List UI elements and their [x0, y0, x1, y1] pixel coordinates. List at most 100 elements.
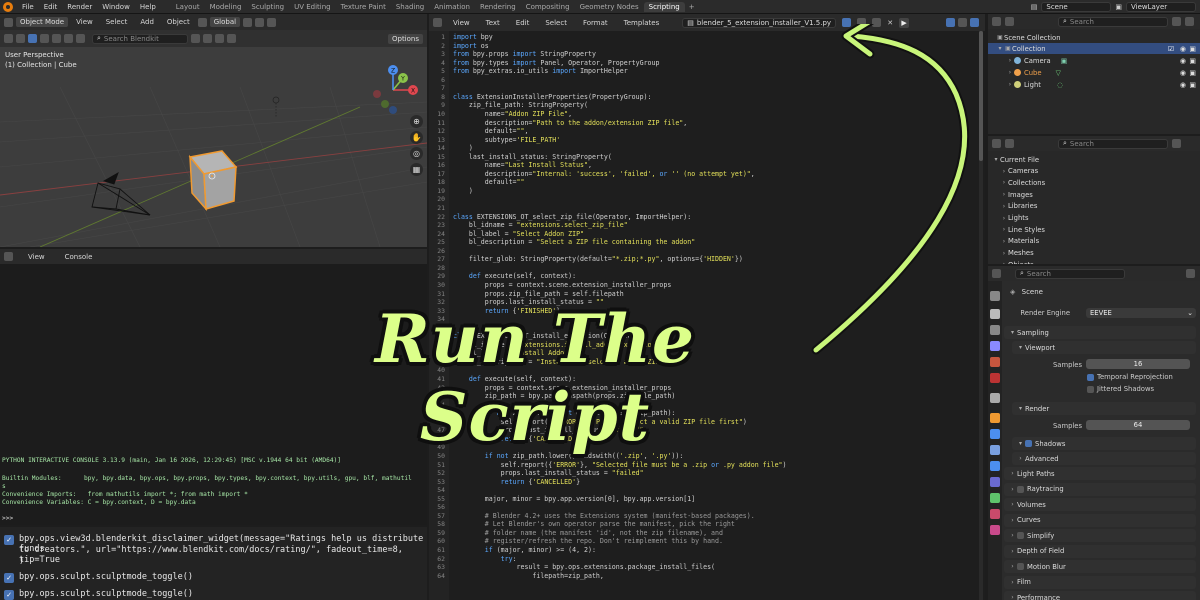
- panel-film[interactable]: › Film: [1004, 575, 1196, 589]
- eye-icon[interactable]: ◉: [1180, 69, 1186, 77]
- menu-file[interactable]: File: [17, 3, 39, 11]
- editor-menu-view[interactable]: View: [448, 19, 475, 27]
- tab-modeling[interactable]: Modeling: [205, 2, 247, 12]
- world-tab-icon[interactable]: [990, 373, 1000, 383]
- asset-bar-icon[interactable]: [203, 34, 212, 43]
- panel-render[interactable]: ▾ Render: [1012, 402, 1196, 415]
- jittered-shadows-checkbox[interactable]: [1087, 386, 1094, 393]
- object-mode-dropdown[interactable]: Object Mode: [16, 17, 69, 27]
- blendkit-hdr-icon[interactable]: [76, 34, 85, 43]
- code-line[interactable]: class EXTENSIONS_OT_select_zip_file(Oper…: [453, 213, 691, 221]
- code-line[interactable]: props.zip_file_path = self.filepath: [453, 290, 624, 298]
- menu-help[interactable]: Help: [135, 3, 161, 11]
- code-line[interactable]: props = context.scene.extension_installe…: [453, 281, 672, 289]
- text-editor-type-icon[interactable]: [433, 18, 442, 27]
- code-line[interactable]: default="",: [453, 127, 529, 135]
- code-line[interactable]: import os: [453, 42, 489, 50]
- viewport-menu-object[interactable]: Object: [162, 18, 195, 26]
- blendkit-models-icon[interactable]: [28, 34, 37, 43]
- code-line[interactable]: def execute(self, context):: [453, 272, 576, 280]
- code-line[interactable]: try:: [453, 555, 517, 563]
- pan-hand-icon[interactable]: ✋: [410, 131, 423, 144]
- code-line[interactable]: zip_file_path: StringProperty(: [453, 101, 588, 109]
- tab-sculpting[interactable]: Sculpting: [246, 2, 289, 12]
- settings-icon[interactable]: [215, 34, 224, 43]
- panel-depth-of-field[interactable]: › Depth of Field: [1004, 544, 1196, 558]
- code-line[interactable]: major, minor = bpy.app.version[0], bpy.a…: [453, 495, 695, 503]
- viewport-menu-add[interactable]: Add: [135, 18, 159, 26]
- panel-sampling[interactable]: ▾ Sampling: [1004, 326, 1196, 339]
- code-line[interactable]: import bpy: [453, 33, 493, 41]
- panel-viewport[interactable]: ▾ Viewport: [1012, 341, 1196, 354]
- tab-animation[interactable]: Animation: [429, 2, 475, 12]
- camera-toggle-icon[interactable]: ◎: [410, 147, 423, 160]
- transform-orientation-icon[interactable]: [197, 17, 207, 27]
- render-camera-icon[interactable]: ▣: [1189, 45, 1196, 53]
- panel-shadows[interactable]: ▾ Shadows: [1012, 437, 1196, 450]
- panel-advanced[interactable]: › Advanced: [1012, 452, 1196, 465]
- mesh-data-icon[interactable]: ▽: [1056, 69, 1061, 77]
- properties-search-input[interactable]: ⌕ Search: [1015, 268, 1125, 279]
- scene-icon[interactable]: ▤: [1031, 3, 1038, 11]
- view-layer-selector[interactable]: ViewLayer: [1126, 1, 1196, 12]
- modifier-tab-icon[interactable]: [990, 429, 1000, 439]
- code-line[interactable]: subtype='FILE_PATH': [453, 136, 560, 144]
- object-tab-icon[interactable]: [990, 413, 1000, 423]
- code-line[interactable]: bl_idname = "extensions.select_zip_file": [453, 221, 628, 229]
- new-collection-icon[interactable]: [1185, 17, 1194, 26]
- code-line[interactable]: from bpy.props import StringProperty: [453, 50, 596, 58]
- code-line[interactable]: from bpy_extras.io_utils import ImportHe…: [453, 67, 628, 75]
- editor-type-icon[interactable]: [4, 17, 13, 27]
- code-line[interactable]: filter_glob: StringProperty(default="*.z…: [453, 255, 743, 263]
- editor-menu-format[interactable]: Format: [578, 19, 613, 27]
- panel-curves[interactable]: › Curves: [1004, 513, 1196, 527]
- eye-icon[interactable]: ◉: [1180, 45, 1186, 53]
- info-entry[interactable]: ✓ bpy.ops.sculpt.sculptmode_toggle(): [4, 572, 193, 583]
- code-line[interactable]: class ExtensionInstallerProperties(Prope…: [453, 93, 652, 101]
- code-line[interactable]: ): [453, 187, 473, 195]
- info-entry[interactable]: ✓ bpy.ops.sculpt.sculptmode_toggle(): [4, 589, 193, 600]
- code-line[interactable]: # register/refresh the repo. Don't reimp…: [453, 537, 723, 545]
- panel-performance[interactable]: › Performance: [1004, 591, 1196, 600]
- code-line[interactable]: description="Internal: 'success', 'faile…: [453, 170, 755, 178]
- grid-view-icon[interactable]: ▦: [410, 163, 423, 176]
- code-line[interactable]: default="": [453, 178, 525, 186]
- render-camera-icon[interactable]: ▣: [1189, 69, 1196, 77]
- add-workspace-icon[interactable]: +: [685, 3, 699, 11]
- code-line[interactable]: filepath=zip_path,: [453, 572, 603, 580]
- code-line[interactable]: bl_label = "Select Addon ZIP": [453, 230, 584, 238]
- tab-scripting[interactable]: Scripting: [643, 1, 685, 12]
- checkbox-icon[interactable]: ☑: [1168, 45, 1174, 53]
- viewport-menu-view[interactable]: View: [71, 18, 98, 26]
- shadows-checkbox[interactable]: [1025, 440, 1032, 447]
- code-line[interactable]: last_install_status: StringProperty(: [453, 153, 612, 161]
- render-engine-dropdown[interactable]: EEVEE ⌄: [1086, 308, 1196, 318]
- editor-menu-text[interactable]: Text: [481, 19, 505, 27]
- render-camera-icon[interactable]: ▣: [1189, 57, 1196, 65]
- scene-selector[interactable]: Scene: [1041, 1, 1112, 12]
- code-line[interactable]: self.report({'ERROR'}, "Selected file mu…: [453, 461, 787, 469]
- editor-menu-templates[interactable]: Templates: [619, 19, 665, 27]
- particles-tab-icon[interactable]: [990, 445, 1000, 455]
- render-camera-icon[interactable]: ▣: [1189, 81, 1196, 89]
- snap-icon[interactable]: [255, 17, 265, 27]
- tab-texture-paint[interactable]: Texture Paint: [336, 2, 391, 12]
- console-prompt[interactable]: >>>: [2, 515, 17, 522]
- blendkit-worlds-icon[interactable]: [52, 34, 61, 43]
- eye-icon[interactable]: ◉: [1180, 57, 1186, 65]
- code-line[interactable]: name="Addon ZIP File",: [453, 110, 572, 118]
- console-menu-view[interactable]: View: [23, 253, 50, 261]
- panel-motion-blur[interactable]: › Motion Blur: [1004, 560, 1196, 573]
- code-line[interactable]: ): [453, 144, 473, 152]
- outliner-search-input[interactable]: ⌕ Search: [1058, 16, 1168, 27]
- zoom-icon[interactable]: ⊕: [410, 115, 423, 128]
- viewport-samples-field[interactable]: 16: [1086, 359, 1190, 369]
- blendkit-search-input[interactable]: ⌕ Search Blendkit: [92, 33, 188, 44]
- filter-icon[interactable]: [1172, 17, 1181, 26]
- code-line[interactable]: from bpy.types import Panel, Operator, P…: [453, 59, 659, 67]
- pin-icon[interactable]: [1186, 269, 1195, 278]
- bookmark-icon[interactable]: [227, 34, 236, 43]
- tab-geometry-nodes[interactable]: Geometry Nodes: [575, 2, 644, 12]
- code-line[interactable]: description="Path to the addon/extension…: [453, 119, 688, 127]
- viewport-menu-select[interactable]: Select: [101, 18, 133, 26]
